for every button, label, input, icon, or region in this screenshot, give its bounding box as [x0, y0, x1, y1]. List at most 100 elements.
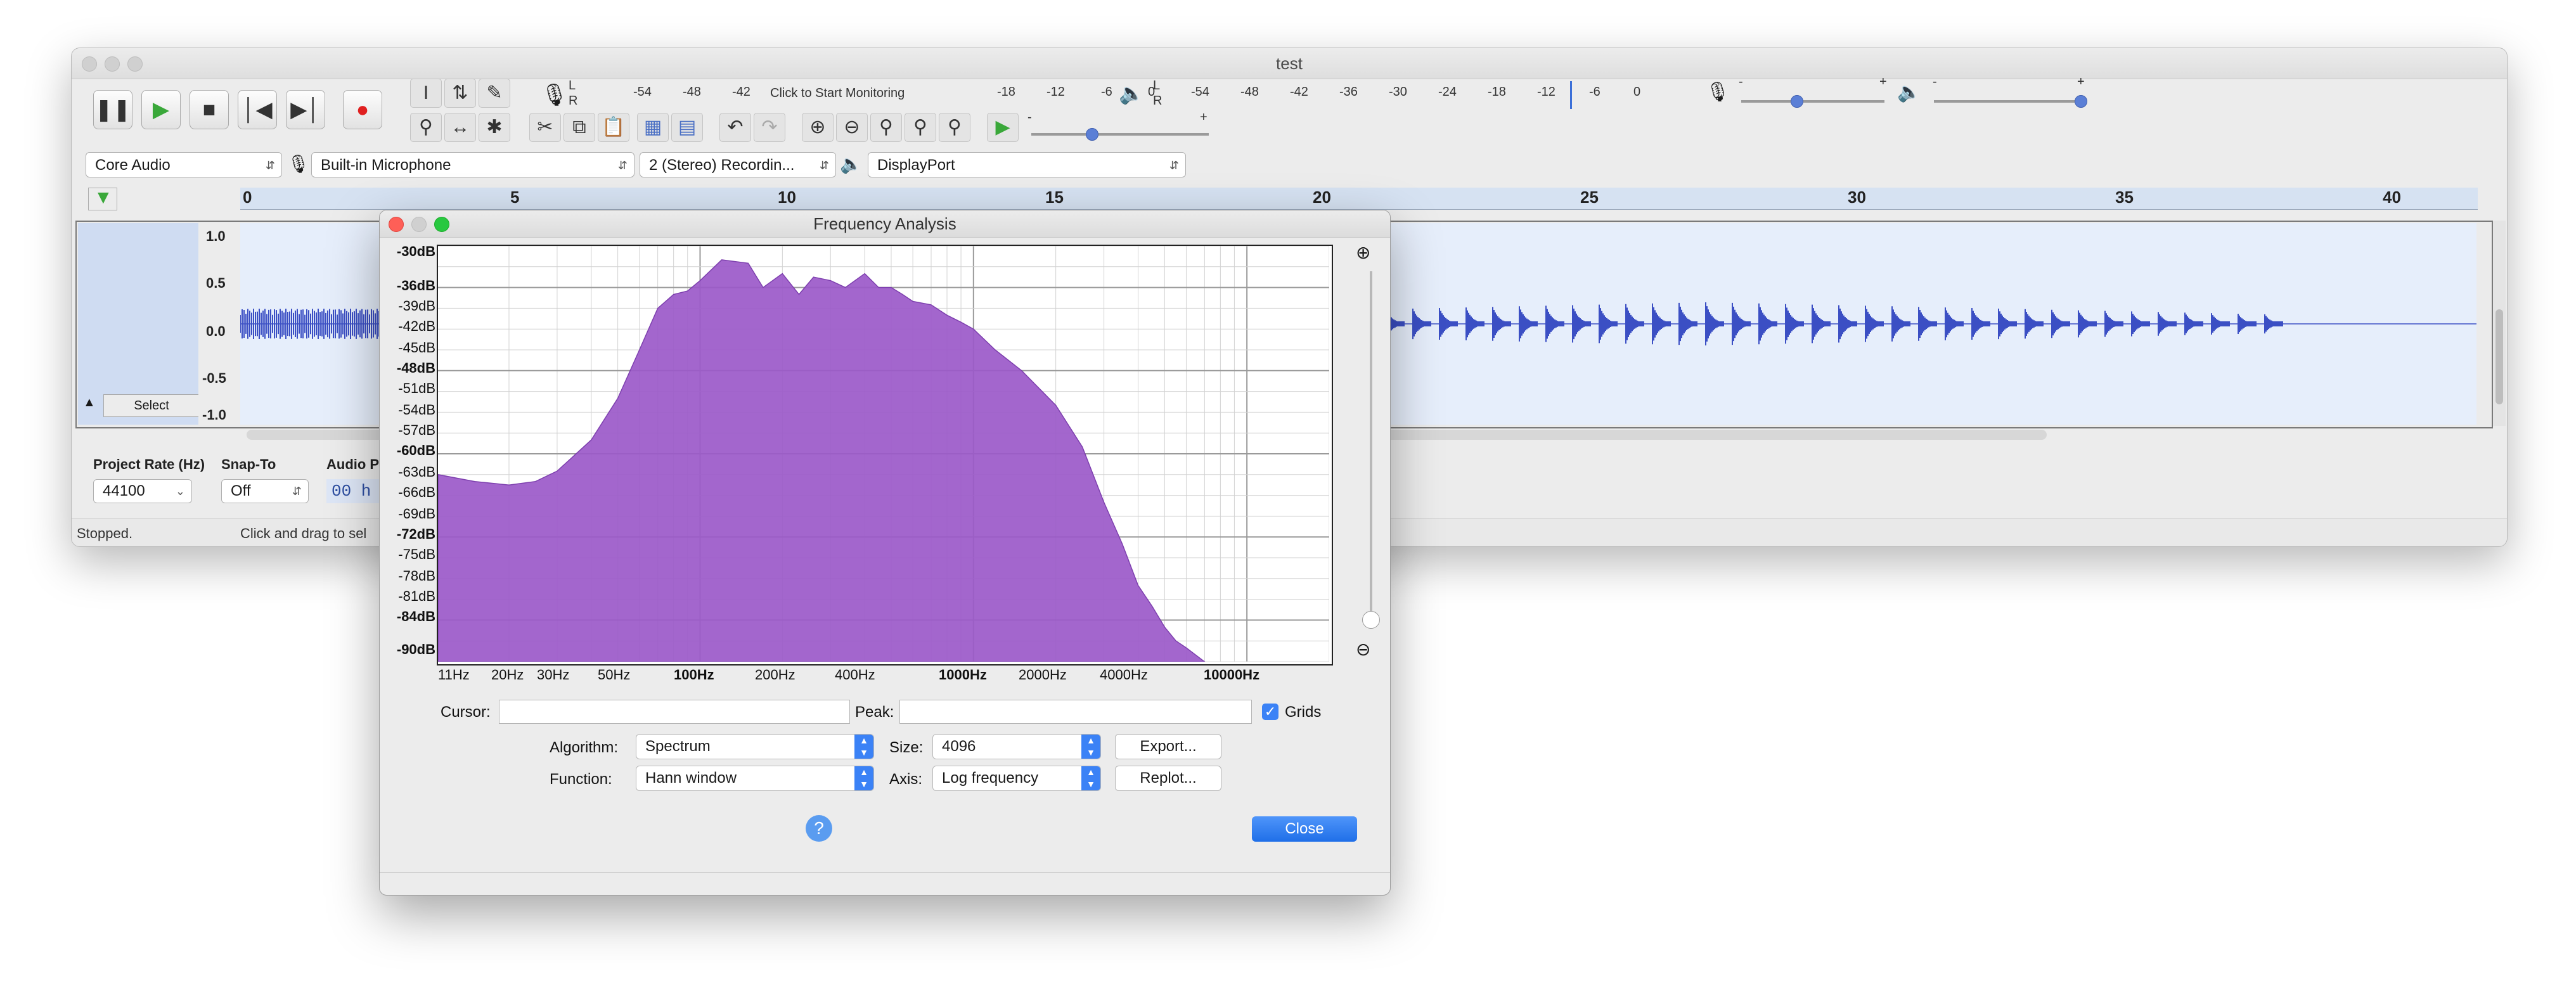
monitor-label[interactable]: Click to Start Monitoring: [770, 86, 905, 101]
playback-device-select[interactable]: DisplayPort ⇵: [868, 152, 1186, 177]
zoom-in-icon[interactable]: ⊕: [1356, 242, 1370, 263]
db-tick-label: -30dB: [396, 243, 435, 259]
meter-peak-marker: [1570, 81, 1572, 109]
playback-meter[interactable]: -54 -48 -42 -36 -30 -24 -18 -12 -6 0: [1168, 79, 1764, 110]
play-speed-slider[interactable]: [1031, 133, 1209, 136]
asterisk-icon: ✱: [486, 117, 503, 138]
peak-field[interactable]: [899, 700, 1252, 724]
input-volume-thumb[interactable]: [1791, 95, 1803, 108]
amplitude-label: 1.0: [206, 228, 226, 244]
db-tick-label: -60dB: [396, 442, 435, 458]
speaker-icon[interactable]: 🔈: [1119, 81, 1144, 105]
db-tick-label: -45dB: [398, 340, 435, 356]
axis-label: Axis:: [889, 771, 923, 788]
envelope-tool[interactable]: ⇅: [444, 79, 476, 108]
play-icon: ▶: [152, 98, 170, 122]
cut-button[interactable]: ✂: [529, 113, 561, 142]
stepper-icon: ▲ ▼: [1081, 766, 1100, 790]
chevron-down-icon: ⌄: [175, 485, 185, 498]
ruler-tick: 35: [2115, 188, 2134, 207]
play-button[interactable]: ▶: [141, 90, 181, 129]
slider-max: +: [2077, 75, 2085, 89]
skip-to-start-button[interactable]: │◀: [238, 90, 277, 129]
status-state: Stopped.: [77, 525, 133, 541]
play-meter-tick: 0: [1633, 85, 1641, 99]
play-speed-thumb[interactable]: [1086, 128, 1098, 141]
size-select[interactable]: 4096 ▲ ▼: [932, 734, 1101, 759]
ruler-tick: 40: [2383, 188, 2401, 207]
pause-button[interactable]: ❚❚: [93, 90, 132, 129]
trim-icon: ▦: [643, 117, 662, 138]
silence-button[interactable]: ▤: [671, 113, 703, 142]
output-volume-thumb[interactable]: [2075, 95, 2087, 108]
project-rate-select[interactable]: 44100 ⌄: [93, 479, 192, 503]
draw-tool[interactable]: ✎: [479, 79, 510, 108]
zoom-in-button[interactable]: ⊕: [802, 113, 834, 142]
axis-value: Log frequency: [942, 769, 1039, 787]
replot-button[interactable]: Replot...: [1115, 766, 1221, 791]
record-button[interactable]: ●: [343, 90, 382, 129]
rec-meter-tick: -42: [732, 85, 750, 99]
microphone-icon[interactable]: 🎙: [541, 82, 568, 108]
ruler-tick: 0: [243, 188, 252, 207]
close-button[interactable]: Close: [1252, 816, 1357, 842]
status-hint: Click and drag to sel: [240, 525, 367, 541]
vertical-scrollbar[interactable]: [2493, 221, 2506, 426]
dialog-title: Frequency Analysis: [813, 214, 956, 233]
undo-button[interactable]: ↶: [719, 113, 751, 142]
hz-tick-label: 2000Hz: [1019, 667, 1067, 683]
play-meter-tick: -54: [1191, 85, 1209, 99]
paste-button[interactable]: 📋: [598, 113, 629, 142]
rec-meter-tick: -12: [1046, 85, 1065, 99]
algorithm-select[interactable]: Spectrum ▲ ▼: [636, 734, 874, 759]
input-volume-slider[interactable]: [1741, 100, 1884, 103]
recording-device-select[interactable]: Built-in Microphone ⇵: [311, 152, 634, 177]
fit-selection-button[interactable]: ⚲: [870, 113, 902, 142]
db-tick-label: -78dB: [398, 568, 435, 584]
snap-to-select[interactable]: Off ⇵: [221, 479, 309, 503]
hz-tick-label: 11Hz: [438, 667, 470, 683]
audio-host-select[interactable]: Core Audio ⇵: [86, 152, 282, 177]
amplitude-label: 0.5: [206, 275, 226, 291]
stop-button[interactable]: ■: [190, 90, 229, 129]
skip-to-end-button[interactable]: ▶│: [286, 90, 325, 129]
time-shift-tool[interactable]: ↔: [444, 113, 476, 142]
redo-button[interactable]: ↷: [754, 113, 785, 142]
function-select[interactable]: Hann window ▲ ▼: [636, 766, 874, 791]
axis-select[interactable]: Log frequency ▲ ▼: [932, 766, 1101, 791]
fit-project-button[interactable]: ⚲: [905, 113, 936, 142]
help-button[interactable]: ?: [806, 815, 832, 842]
cursor-field[interactable]: [499, 700, 850, 724]
spectrum-plot[interactable]: [437, 245, 1333, 665]
microphone-icon: 🎙: [287, 154, 310, 174]
recording-meter[interactable]: -54 -48 -42 Click to Start Monitoring -1…: [583, 79, 1155, 110]
multi-tool[interactable]: ✱: [479, 113, 510, 142]
frequency-analysis-dialog: Frequency Analysis -30dB -36dB -39dB -42…: [379, 210, 1391, 896]
i-beam-icon: I: [423, 82, 429, 103]
stepper-icon: ▲ ▼: [854, 735, 873, 759]
output-volume-icon: 🔈: [1897, 82, 1921, 103]
zoom-toggle-button[interactable]: ⚲: [939, 113, 970, 142]
trim-button[interactable]: ▦: [637, 113, 669, 142]
zoom-out-button[interactable]: ⊖: [836, 113, 868, 142]
zoom-out-icon[interactable]: ⊖: [1356, 639, 1370, 660]
zoom-slider-track[interactable]: [1370, 271, 1372, 614]
grids-checkbox[interactable]: ✓: [1262, 704, 1278, 720]
rec-meter-tick: -6: [1101, 85, 1112, 99]
fit-project-icon: ⚲: [913, 117, 927, 138]
selection-tool[interactable]: I: [410, 79, 442, 108]
copy-button[interactable]: ⧉: [564, 113, 595, 142]
track-select-button[interactable]: Select: [103, 394, 200, 417]
collapse-track-icon[interactable]: ▲: [83, 395, 102, 415]
timeline-ruler[interactable]: 0 5 10 15 20 25 30 35 40: [240, 188, 2478, 210]
output-volume-slider[interactable]: [1934, 100, 2081, 103]
play-at-speed-button[interactable]: ▶: [987, 113, 1019, 142]
vertical-scroll-thumb[interactable]: [2496, 309, 2503, 404]
function-label: Function:: [550, 771, 612, 788]
timeline-options-button[interactable]: ▼: [88, 187, 117, 210]
export-button[interactable]: Export...: [1115, 734, 1221, 759]
vertical-ruler[interactable]: 1.0 0.5 0.0 -0.5 -1.0: [198, 223, 240, 425]
zoom-slider-thumb[interactable]: [1362, 611, 1380, 629]
recording-channels-select[interactable]: 2 (Stereo) Recordin... ⇵: [640, 152, 836, 177]
zoom-tool[interactable]: ⚲: [410, 113, 442, 142]
